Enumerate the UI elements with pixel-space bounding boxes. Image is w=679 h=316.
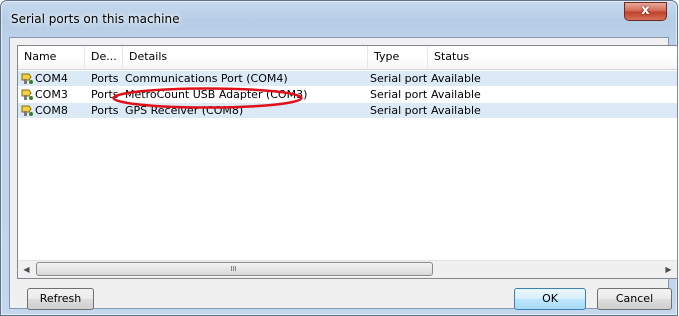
column-header-device[interactable]: De... (85, 46, 123, 69)
cell-device: Ports (91, 72, 119, 85)
table-row[interactable]: COM8 Ports GPS Receiver (COM8) Serial po… (18, 103, 677, 118)
column-header-type[interactable]: Type (368, 46, 428, 69)
cell-type: Serial port (370, 72, 428, 85)
cell-status: Available (431, 72, 481, 85)
cell-status: Available (431, 88, 481, 101)
scroll-left-icon[interactable]: ◀ (18, 261, 35, 278)
ports-list[interactable]: Name De... Details Type Status COM4 Port… (17, 45, 678, 279)
scroll-right-icon[interactable]: ▶ (660, 261, 677, 278)
window-title: Serial ports on this machine (11, 12, 180, 26)
serial-port-icon (21, 89, 33, 100)
cell-device: Ports (91, 104, 119, 117)
cell-name: COM8 (35, 104, 68, 117)
ok-button[interactable]: OK (514, 288, 586, 310)
grip-icon: III (230, 265, 237, 273)
table-row[interactable]: COM4 Ports Communications Port (COM4) Se… (18, 71, 677, 86)
column-header-status[interactable]: Status (428, 46, 677, 69)
cell-details: GPS Receiver (COM8) (125, 104, 244, 117)
cell-details: Communications Port (COM4) (125, 72, 288, 85)
column-header-name[interactable]: Name (18, 46, 85, 69)
refresh-button[interactable]: Refresh (27, 288, 94, 310)
table-row[interactable]: COM3 Ports MetroCount USB Adapter (COM3)… (18, 87, 677, 102)
cell-type: Serial port (370, 104, 428, 117)
column-header-details[interactable]: Details (123, 46, 368, 69)
close-button[interactable]: x (624, 2, 667, 21)
scroll-thumb[interactable]: III (36, 262, 433, 276)
cell-details: MetroCount USB Adapter (COM3) (125, 88, 308, 101)
cell-type: Serial port (370, 88, 428, 101)
list-header: Name De... Details Type Status (18, 46, 677, 70)
close-icon: x (641, 3, 650, 18)
horizontal-scrollbar[interactable]: ◀ III ▶ (18, 260, 677, 278)
cancel-button[interactable]: Cancel (597, 288, 672, 310)
serial-port-icon (21, 105, 33, 116)
cell-name: COM4 (35, 72, 68, 85)
serial-port-icon (21, 73, 33, 84)
cell-name: COM3 (35, 88, 68, 101)
cell-status: Available (431, 104, 481, 117)
title-bar[interactable]: Serial ports on this machine x (1, 1, 677, 38)
cell-device: Ports (91, 88, 119, 101)
